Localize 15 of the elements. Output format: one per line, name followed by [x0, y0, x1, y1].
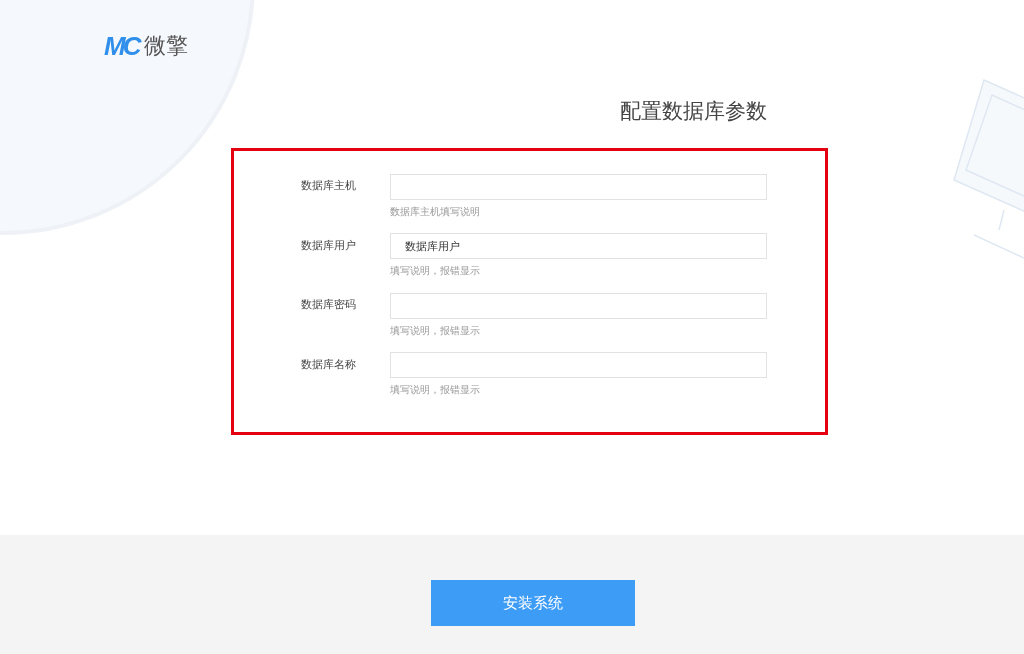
field-label: 数据库名称 [300, 356, 357, 373]
field-label: 数据库密码 [300, 297, 357, 314]
help-text: 数据库主机填写说明 [390, 205, 481, 218]
logo-name: 微擎 [144, 35, 189, 57]
input-field[interactable]: 数据库用户 [390, 233, 767, 260]
help-text: 填写说明，报错显示 [390, 265, 481, 278]
input-field[interactable] [390, 173, 767, 200]
logo-mark: MC [104, 33, 139, 59]
help-text: 填写说明，报错显示 [390, 384, 481, 397]
page-title: 配置数据库参数 [619, 99, 768, 125]
field-label: 数据库主机 [300, 178, 357, 195]
input-field[interactable] [390, 352, 767, 379]
field-label: 数据库用户 [300, 237, 357, 254]
help-text: 填写说明，报错显示 [390, 324, 481, 337]
input-field[interactable] [390, 292, 767, 319]
